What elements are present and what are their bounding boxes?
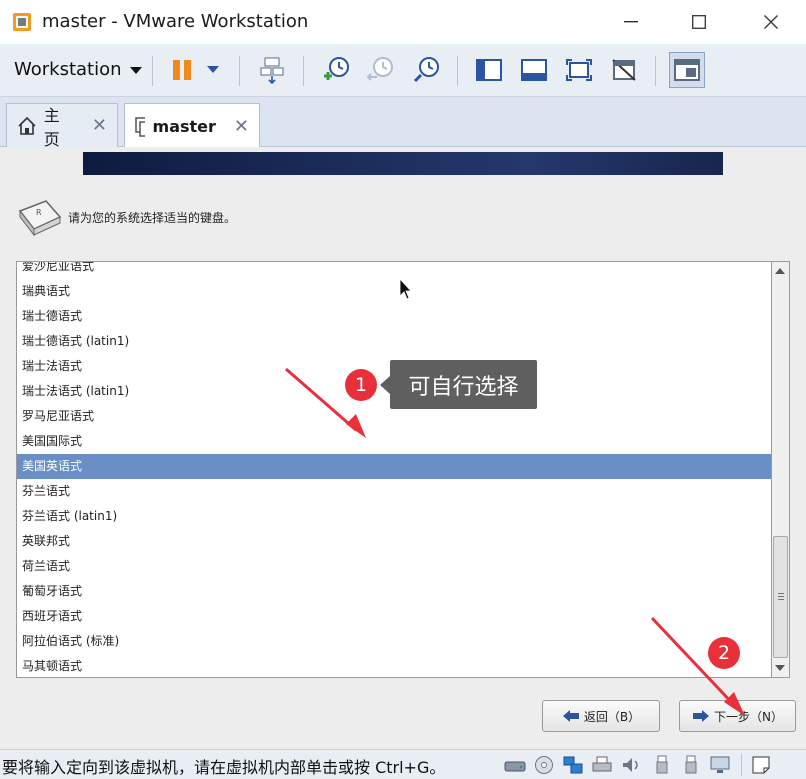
- status-message: 要将输入定向到该虚拟机，请在虚拟机内部单击或按 Ctrl+G。: [2, 758, 446, 777]
- mouse-cursor-icon: [399, 277, 412, 300]
- statusbar-divider: [741, 754, 742, 776]
- tooltip-pointer: [380, 376, 390, 394]
- annotation-tooltip: 可自行选择: [390, 360, 537, 409]
- usb-icon[interactable]: [651, 755, 673, 775]
- cd-dvd-icon[interactable]: [533, 755, 555, 775]
- status-bar: 要将输入定向到该虚拟机，请在虚拟机内部单击或按 Ctrl+G。: [0, 749, 806, 779]
- message-log-icon[interactable]: [751, 755, 773, 775]
- step-badge-2: 2: [708, 637, 740, 669]
- sound-card-icon[interactable]: [620, 755, 642, 775]
- printer-icon[interactable]: [591, 755, 613, 775]
- display-icon[interactable]: [709, 755, 731, 775]
- step-badge-1: 1: [345, 369, 377, 401]
- usb-icon[interactable]: [680, 755, 702, 775]
- network-adapter-icon[interactable]: [562, 755, 584, 775]
- hard-disk-icon[interactable]: [504, 755, 526, 775]
